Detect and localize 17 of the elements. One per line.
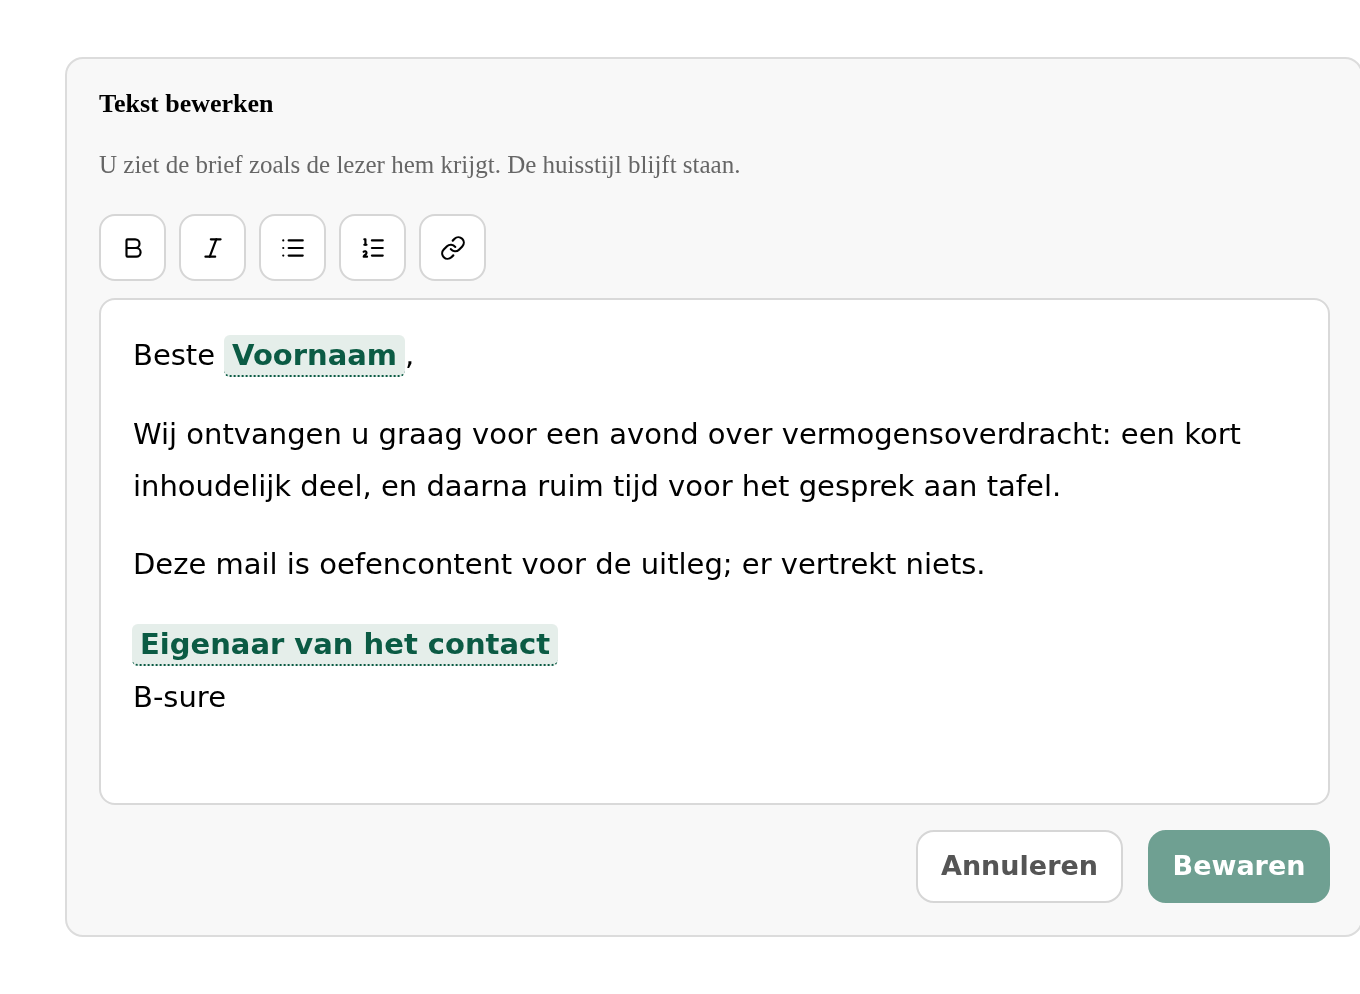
italic-button[interactable] (179, 214, 246, 281)
numbered-list-button[interactable] (339, 214, 406, 281)
bullet-list-button[interactable] (259, 214, 326, 281)
bold-button[interactable] (99, 214, 166, 281)
link-icon (439, 234, 466, 261)
text-editor[interactable] (99, 298, 1330, 805)
link-button[interactable] (419, 214, 486, 281)
body-paragraph: Deze mail is oefencontent voor de uitleg; er vertrekt niets. (133, 546, 987, 583)
comma-text: , (405, 337, 415, 375)
merge-field: Eigenaar van het contact (132, 624, 559, 666)
body-paragraph: Wij ontvangen u graag voor een avond over vermogensoverdracht: een kort inhoudelijk deel, en daarna ruim tijd voor het gesprek aan tafel. (133, 416, 1242, 505)
sender-name: B-sure (133, 679, 226, 716)
cancel-button[interactable]: Annuleren (916, 830, 1123, 903)
greeting-text: Beste (133, 337, 216, 375)
dialog-title: Tekst bewerken (99, 88, 275, 120)
dialog-subtitle: U ziet de brief zoals de lezer hem krijgt. De huisstijl blijft staan. (99, 150, 742, 180)
merge-field: Voornaam (224, 335, 406, 378)
